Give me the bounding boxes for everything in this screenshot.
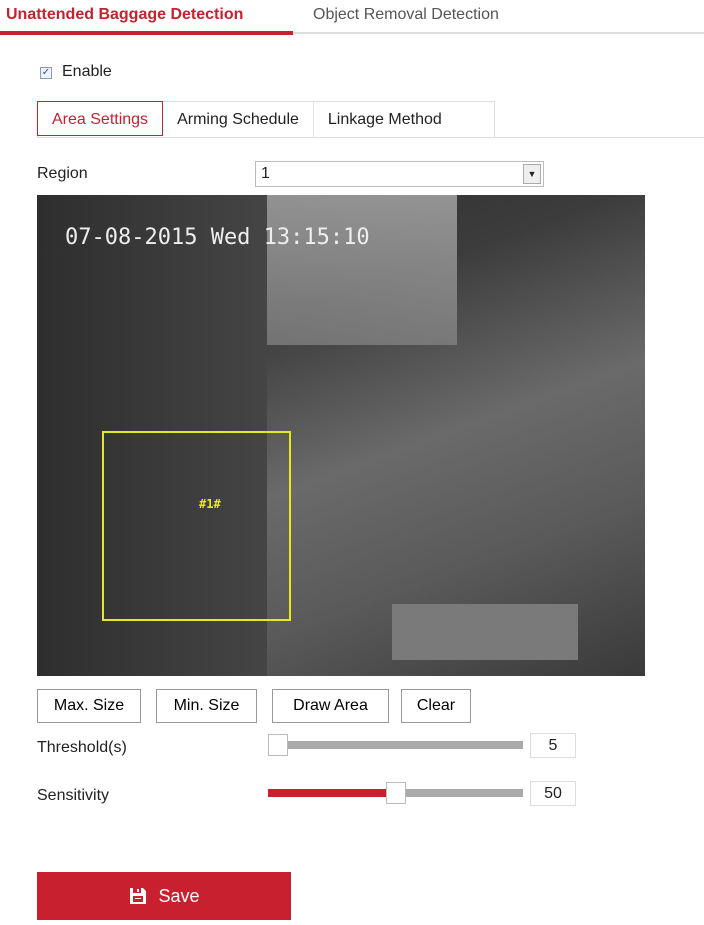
tab-object-removal[interactable]: Object Removal Detection [313,6,499,24]
draw-area-button[interactable]: Draw Area [272,689,389,723]
max-size-button[interactable]: Max. Size [37,689,141,723]
subtab-area-settings[interactable]: Area Settings [37,101,164,136]
sensitivity-fill [268,789,396,797]
region-select[interactable]: 1 ▼ [255,161,544,187]
detection-area[interactable] [102,431,291,621]
region-value: 1 [261,165,270,182]
subtab-bar: Area Settings Arming Schedule Linkage Me… [37,101,495,138]
video-preview[interactable]: 07-08-2015 Wed 13:15:10 #1# [37,195,645,676]
window-light [257,195,457,345]
enable-label: Enable [62,63,112,80]
subtab-divider [495,137,704,138]
timestamp-overlay: 07-08-2015 Wed 13:15:10 [65,225,370,250]
floppy-disk-icon [130,888,147,904]
sensitivity-label: Sensitivity [37,787,110,804]
sensitivity-value[interactable]: 50 [530,781,576,806]
subtab-arming-schedule[interactable]: Arming Schedule [163,102,314,137]
save-button[interactable]: Save [37,872,291,920]
save-label: Save [158,885,200,906]
threshold-value[interactable]: 5 [530,733,576,758]
clear-button[interactable]: Clear [401,689,471,723]
sensitivity-slider[interactable] [268,782,523,804]
privacy-mask [392,604,578,660]
threshold-thumb[interactable] [268,734,288,756]
subtab-linkage-method[interactable]: Linkage Method [314,102,456,137]
active-tab-indicator [0,31,293,35]
min-size-button[interactable]: Min. Size [156,689,257,723]
sensitivity-thumb[interactable] [385,782,406,804]
tab-unattended-baggage[interactable]: Unattended Baggage Detection [6,6,243,24]
chevron-down-icon[interactable]: ▼ [523,164,541,184]
region-label: Region [37,165,88,182]
enable-checkbox[interactable]: ✓ [40,67,52,79]
threshold-label: Threshold(s) [37,739,127,756]
threshold-slider[interactable] [268,734,523,756]
detection-area-label: #1# [199,497,221,511]
